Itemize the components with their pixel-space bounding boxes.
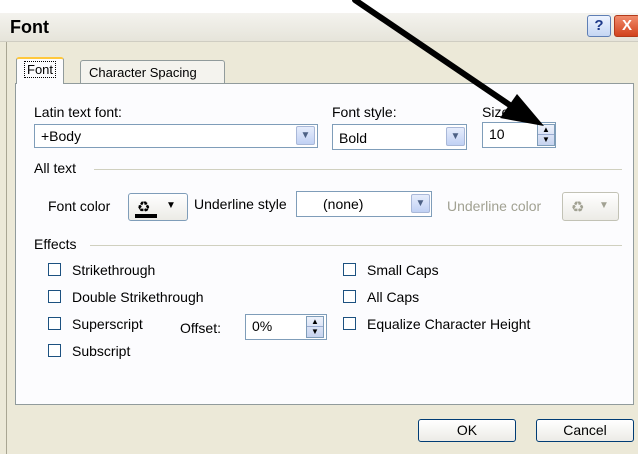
latin-font-select[interactable]: +Body xyxy=(34,124,318,148)
small-caps-label: Small Caps xyxy=(367,262,439,278)
window-frame xyxy=(6,42,11,454)
font-style-label: Font style: xyxy=(332,104,397,120)
chevron-down-icon[interactable]: ▼ xyxy=(446,127,465,146)
help-button[interactable]: ? xyxy=(587,15,611,37)
effects-heading: Effects xyxy=(34,236,77,252)
all-caps-checkbox[interactable] xyxy=(343,290,356,303)
latin-font-value: +Body xyxy=(41,128,82,144)
offset-spinner[interactable]: ▲ ▼ xyxy=(306,316,324,338)
subscript-checkbox[interactable] xyxy=(48,344,61,357)
underline-color-label: Underline color xyxy=(447,198,542,214)
spin-down-icon[interactable]: ▼ xyxy=(538,135,554,145)
all-caps-label: All Caps xyxy=(367,289,420,305)
subscript-label: Subscript xyxy=(72,343,131,359)
offset-label: Offset: xyxy=(180,320,221,336)
chevron-down-icon[interactable]: ▼ xyxy=(296,126,315,145)
underline-style-value: (none) xyxy=(323,196,364,212)
font-color-button[interactable]: ♻ ▼ xyxy=(128,193,188,221)
title-bar: Font ? X xyxy=(0,13,638,42)
latin-font-label: Latin text font: xyxy=(34,104,122,120)
tab-font[interactable]: Font xyxy=(16,57,65,84)
chevron-down-icon: ▼ xyxy=(599,200,609,211)
offset-value: 0% xyxy=(252,318,273,334)
spin-up-icon[interactable]: ▲ xyxy=(538,125,554,135)
cancel-button[interactable]: Cancel xyxy=(536,419,634,442)
font-style-value: Bold xyxy=(339,130,368,146)
group-divider xyxy=(94,169,622,170)
chevron-down-icon: ▼ xyxy=(166,200,176,211)
spin-up-icon[interactable]: ▲ xyxy=(307,317,323,327)
equalize-height-checkbox[interactable] xyxy=(343,317,356,330)
equalize-height-label: Equalize Character Height xyxy=(367,316,531,332)
font-color-swatch xyxy=(135,214,157,218)
group-divider xyxy=(90,245,622,246)
size-value: 10 xyxy=(489,126,505,142)
paint-bucket-icon: ♻ xyxy=(571,199,585,216)
strikethrough-label: Strikethrough xyxy=(72,262,156,278)
double-strikethrough-checkbox[interactable] xyxy=(48,290,61,303)
size-spinner[interactable]: ▲ ▼ xyxy=(537,124,555,146)
underline-style-label: Underline style xyxy=(194,196,287,212)
double-strikethrough-label: Double Strikethrough xyxy=(72,289,204,305)
font-color-label: Font color xyxy=(48,198,111,214)
tab-label: Font xyxy=(23,61,57,78)
ok-button[interactable]: OK xyxy=(418,419,516,442)
underline-color-button[interactable]: ♻ ▼ xyxy=(562,192,619,221)
window-title: Font xyxy=(10,17,49,37)
tab-label: Character Spacing xyxy=(89,65,197,80)
tab-character-spacing[interactable]: Character Spacing xyxy=(80,60,225,84)
strikethrough-checkbox[interactable] xyxy=(48,263,61,276)
all-text-heading: All text xyxy=(34,160,77,176)
superscript-label: Superscript xyxy=(72,316,143,332)
small-caps-checkbox[interactable] xyxy=(343,263,356,276)
close-button[interactable]: X xyxy=(614,15,638,37)
superscript-checkbox[interactable] xyxy=(48,317,61,330)
chevron-down-icon[interactable]: ▼ xyxy=(411,194,430,213)
size-label: Size: xyxy=(482,104,514,120)
spin-down-icon[interactable]: ▼ xyxy=(307,327,323,337)
